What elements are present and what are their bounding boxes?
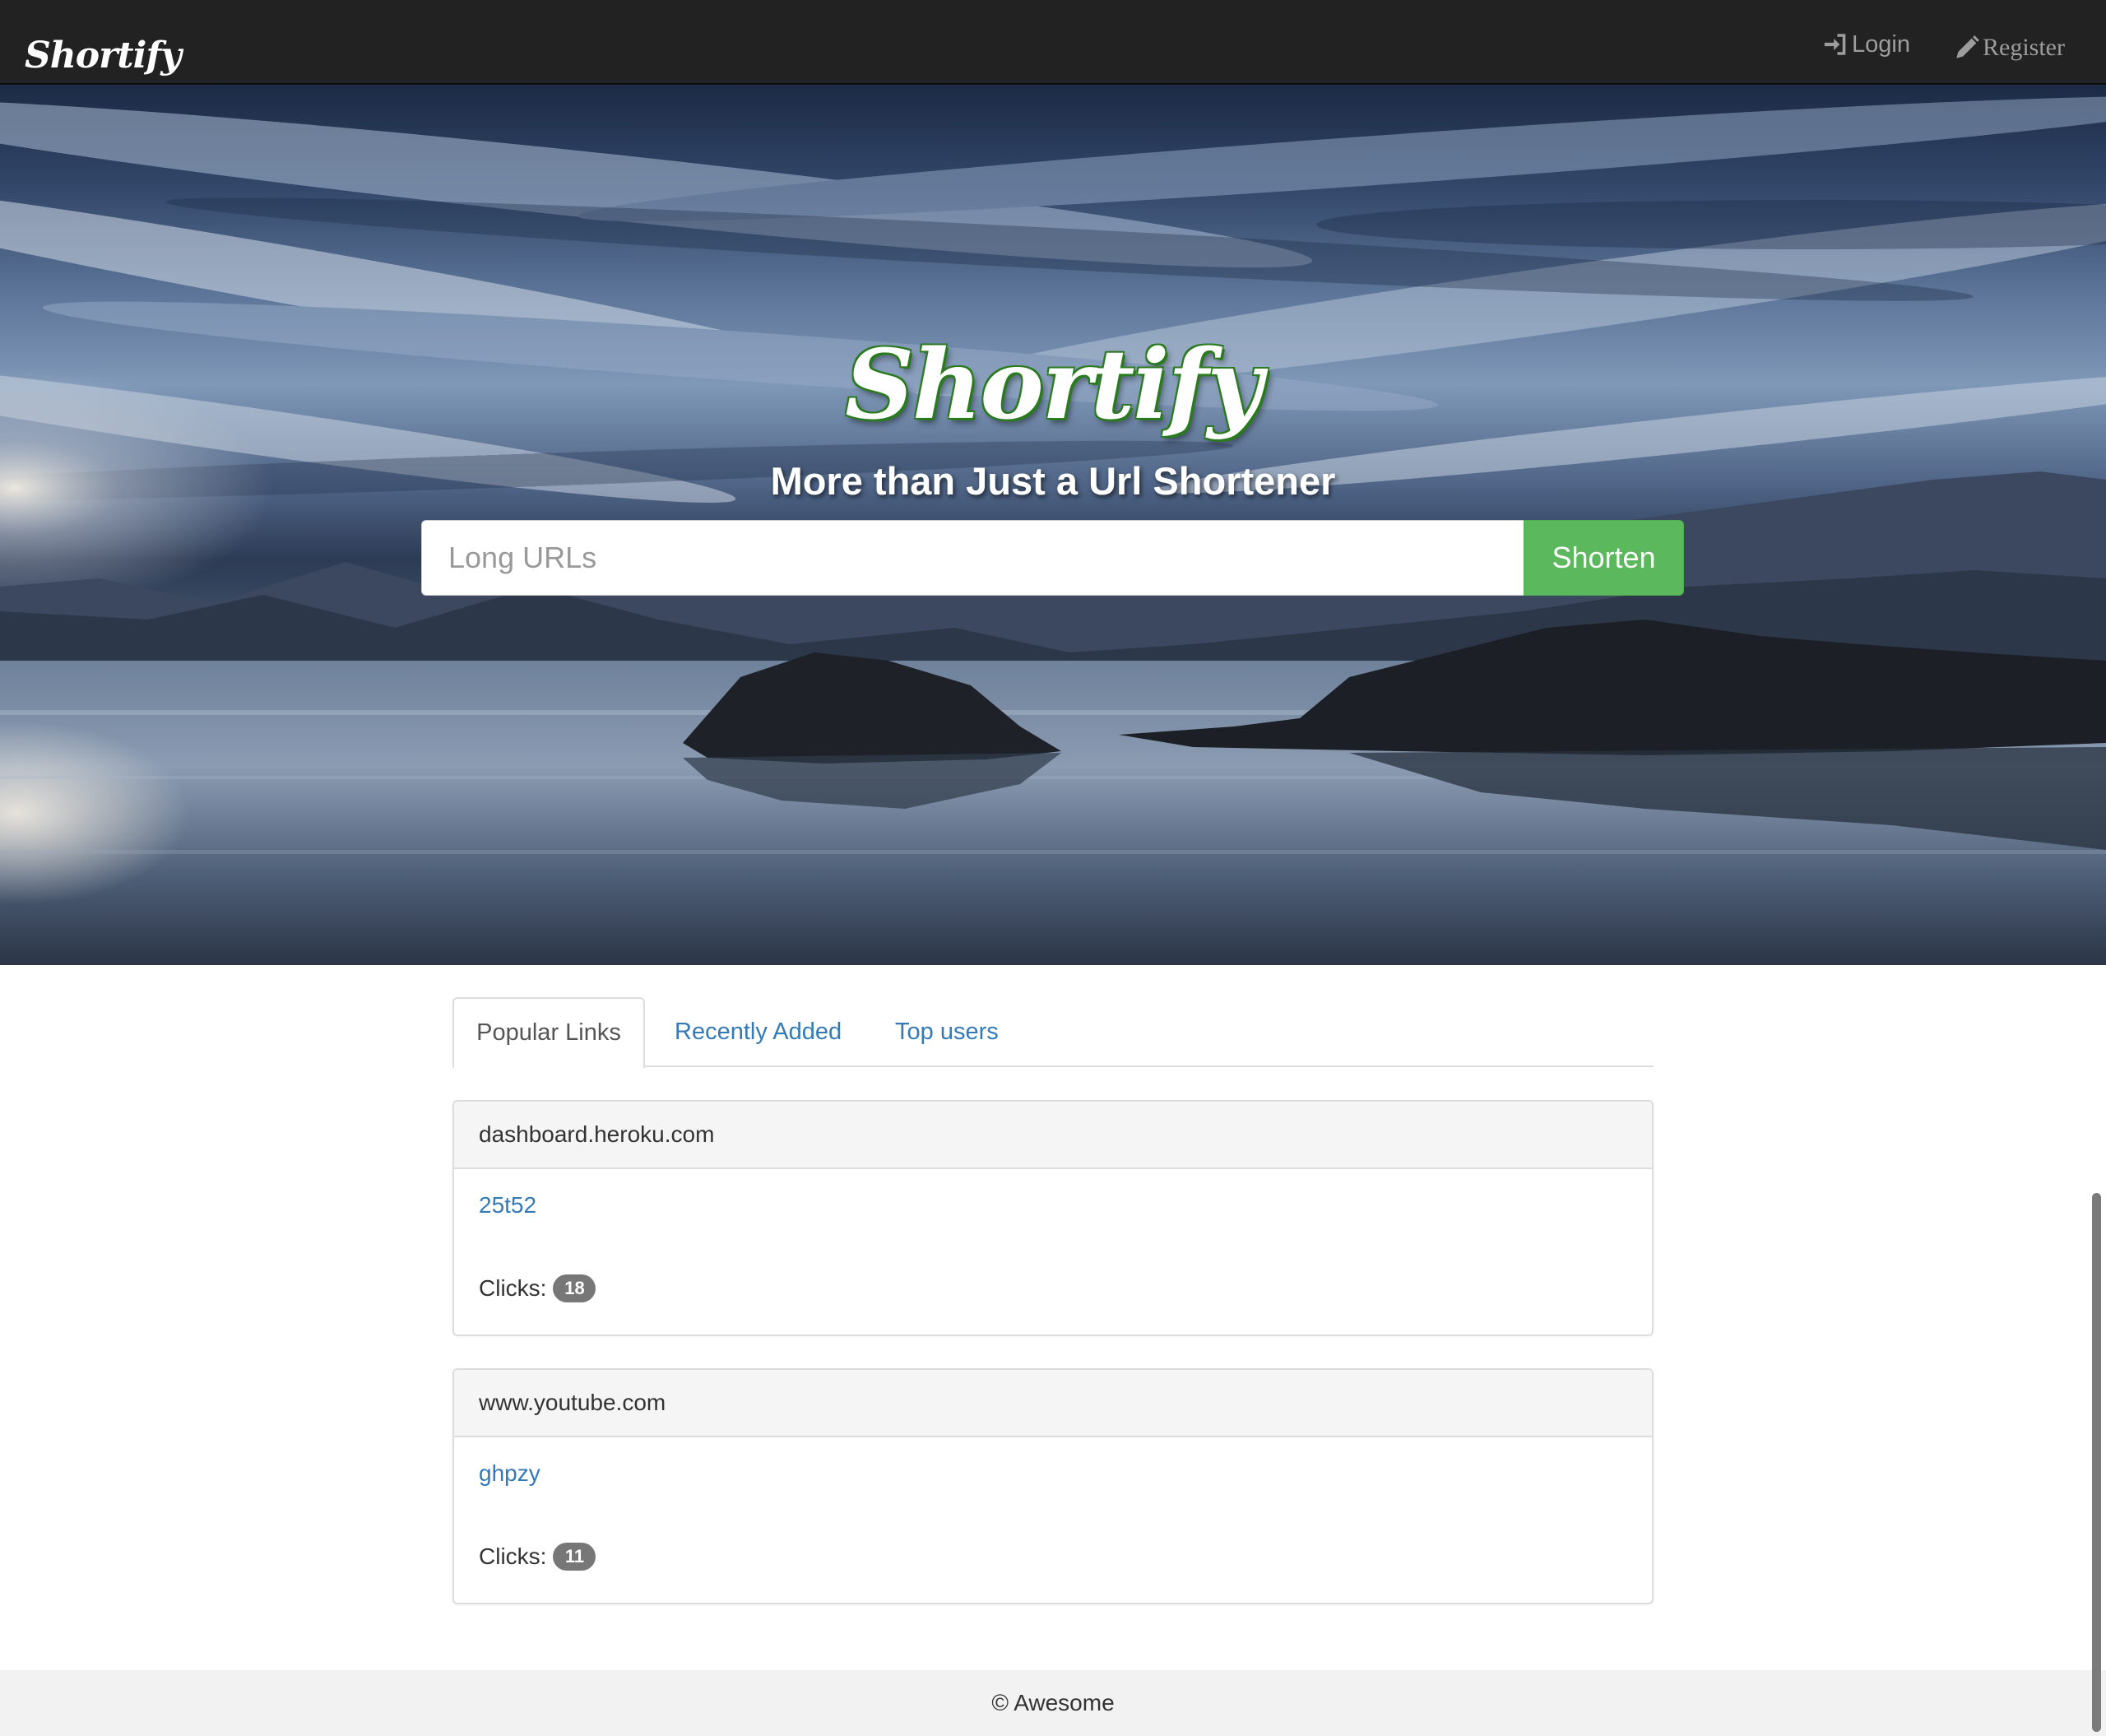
tab-recently-added[interactable]: Recently Added <box>675 997 842 1067</box>
brand-logo[interactable]: Shortify <box>25 31 182 81</box>
link-card-domain: www.youtube.com <box>454 1370 1652 1437</box>
hero-title: Shortify <box>845 329 1263 441</box>
clicks-row: Clicks: 11 <box>479 1543 596 1571</box>
tab-top-users[interactable]: Top users <box>895 997 999 1067</box>
sign-in-icon <box>1824 34 1846 55</box>
clicks-badge: 11 <box>553 1543 596 1571</box>
hero-subtitle: More than Just a Url Shortener <box>770 459 1336 503</box>
tab-popular-links[interactable]: Popular Links <box>452 997 645 1069</box>
link-card-body: 25t52 Clicks: 18 <box>454 1169 1652 1334</box>
clicks-label: Clicks: <box>479 1543 547 1569</box>
pencil-icon <box>1956 35 1979 58</box>
link-card-domain: dashboard.heroku.com <box>454 1102 1652 1169</box>
login-label: Login <box>1852 30 1910 58</box>
footer: © Awesome <box>0 1670 2106 1736</box>
link-card: www.youtube.com ghpzy Clicks: 11 <box>452 1368 1654 1604</box>
register-link[interactable]: Register <box>1953 30 2065 66</box>
navbar: Shortify Login Register <box>0 0 2106 85</box>
footer-text: © Awesome <box>991 1690 1115 1715</box>
long-url-input[interactable] <box>421 520 1524 596</box>
shorten-form: Shorten <box>421 520 1684 596</box>
link-tabs: Popular Links Recently Added Top users <box>452 997 1654 1069</box>
link-card: dashboard.heroku.com 25t52 Clicks: 18 <box>452 1100 1654 1336</box>
clicks-label: Clicks: <box>479 1275 547 1301</box>
clicks-badge: 18 <box>553 1274 596 1302</box>
clicks-row: Clicks: 18 <box>479 1274 596 1302</box>
short-link[interactable]: 25t52 <box>479 1192 536 1218</box>
shorten-button[interactable]: Shorten <box>1524 520 1684 596</box>
short-link[interactable]: ghpzy <box>479 1460 540 1487</box>
register-label: Register <box>1983 34 2065 61</box>
link-card-body: ghpzy Clicks: 11 <box>454 1437 1652 1603</box>
scrollbar-thumb[interactable] <box>2092 1193 2101 1732</box>
hero-section: Shortify More than Just a Url Shortener … <box>0 85 2106 965</box>
login-link[interactable]: Login <box>1822 26 1910 63</box>
